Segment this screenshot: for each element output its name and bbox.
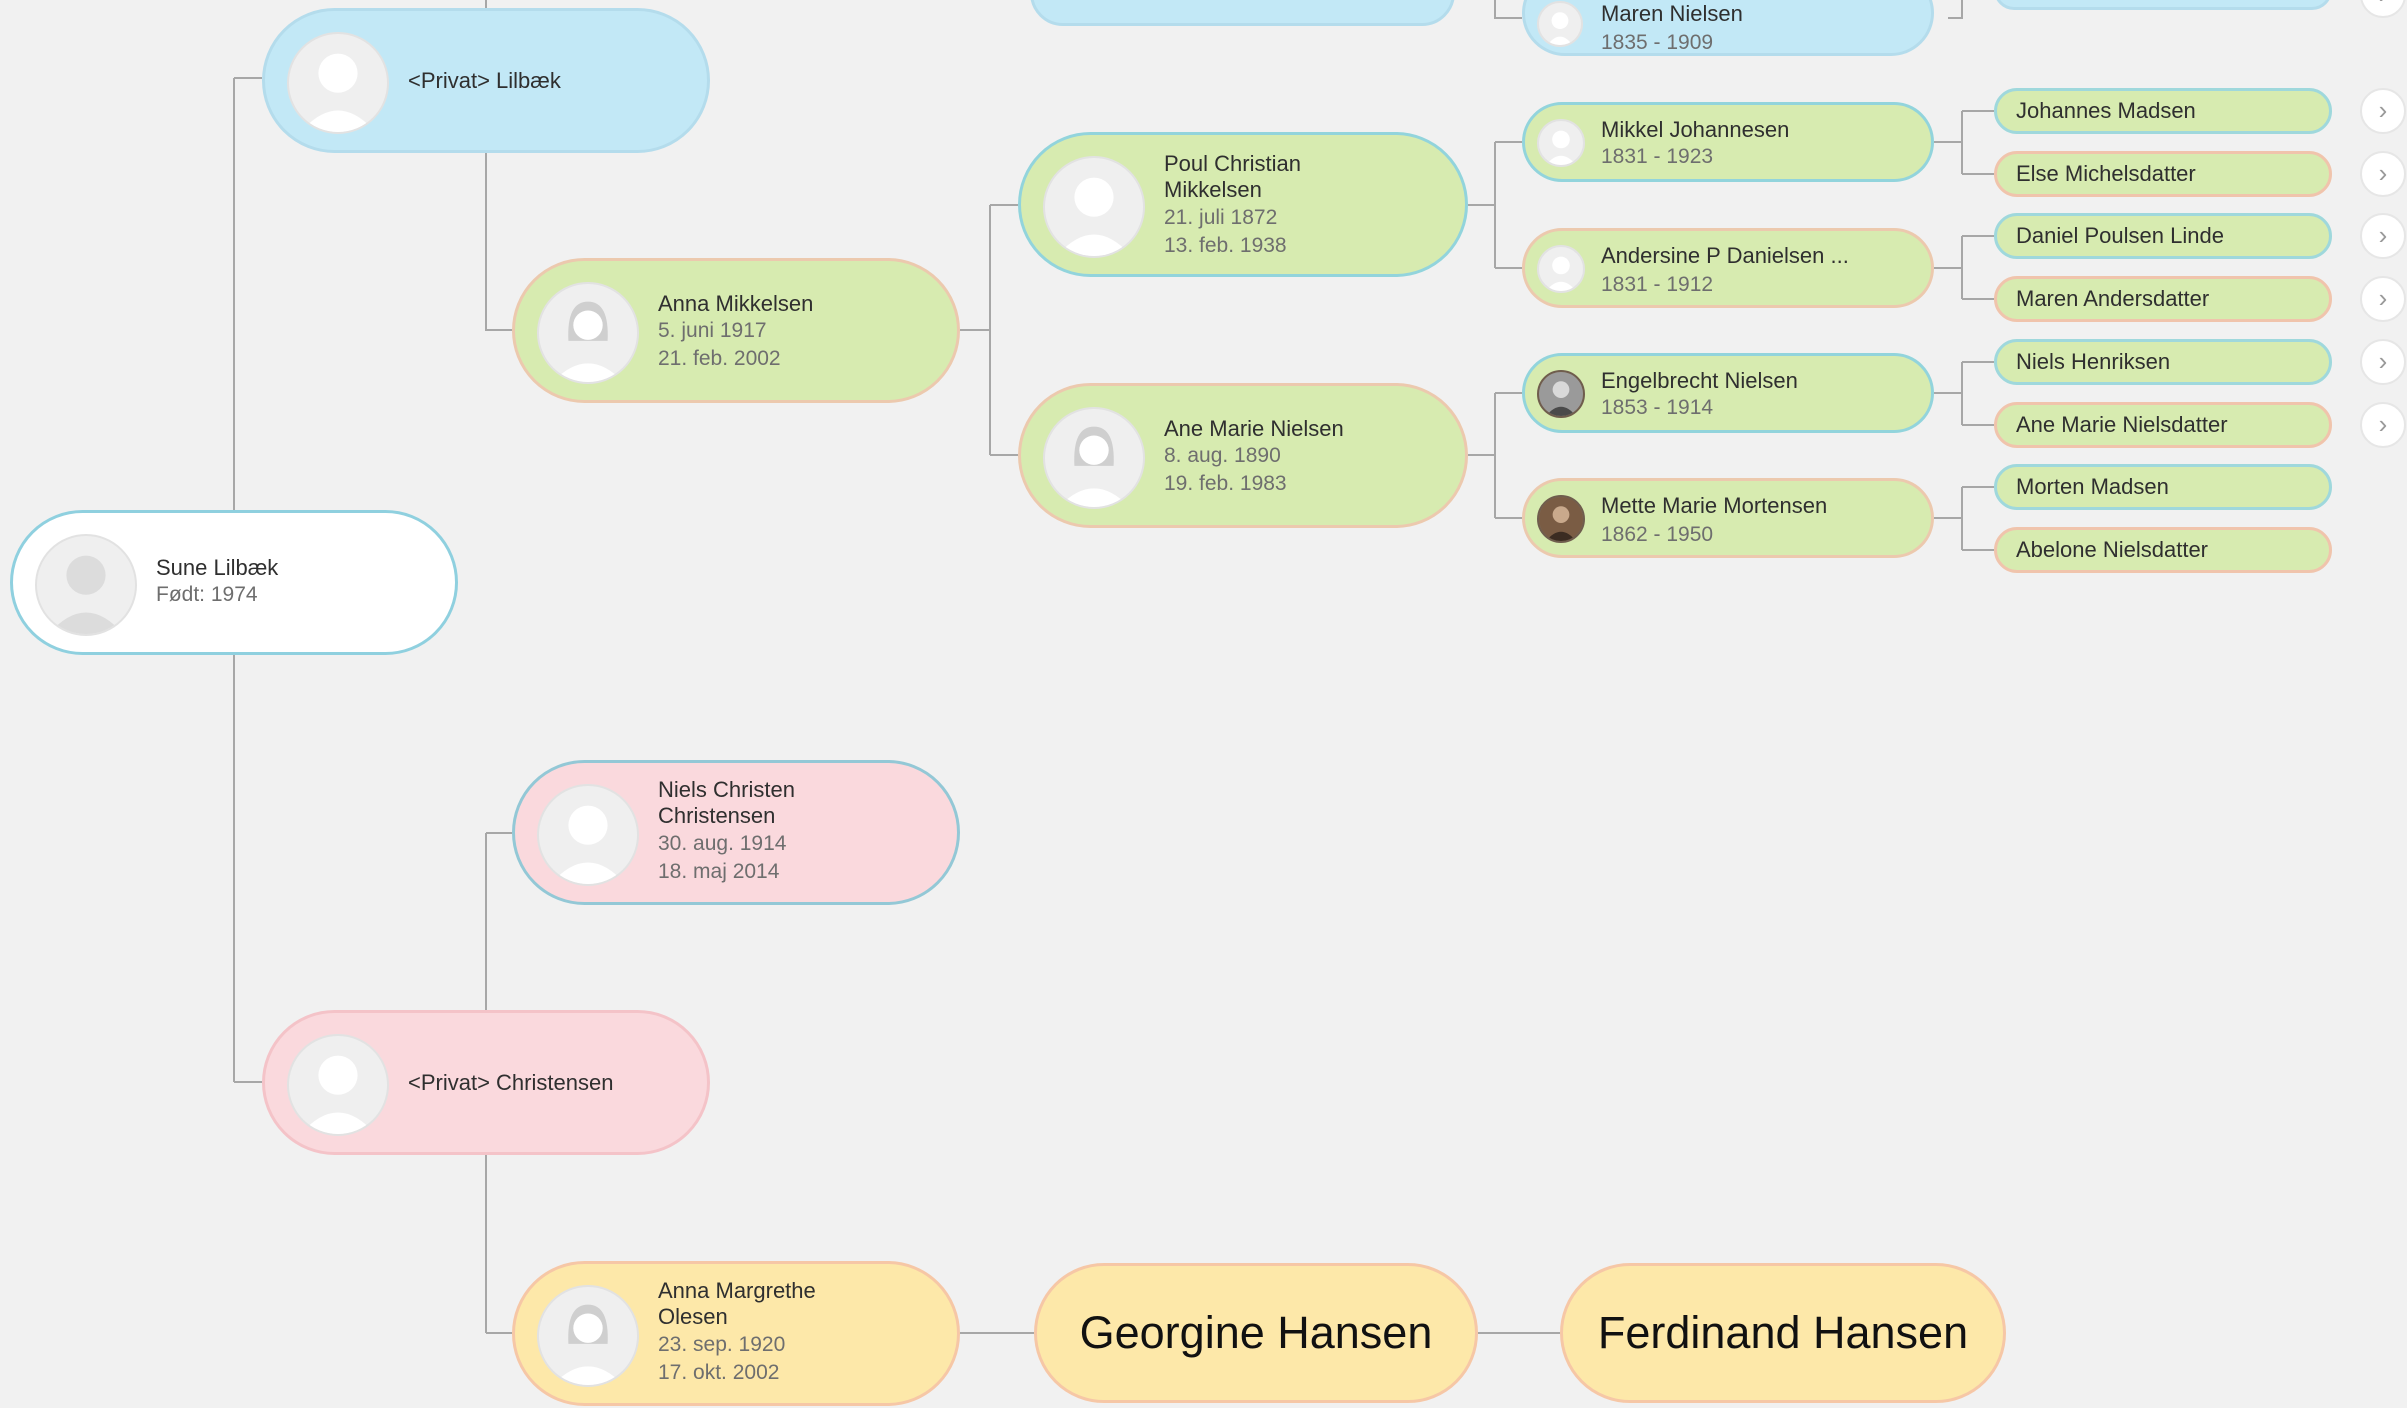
person-years: 1853 - 1914 <box>1601 396 1714 419</box>
person-pill-maren-andersdatter[interactable]: Maren Andersdatter <box>1994 276 2332 322</box>
person-pill-niels-henriksen[interactable]: Niels Henriksen <box>1994 339 2332 385</box>
annotation-ferdinand-hansen[interactable]: Ferdinand Hansen <box>1560 1263 2006 1403</box>
person-pill-partial-top[interactable] <box>1994 0 2332 10</box>
person-death: 18. maj 2014 <box>658 860 780 883</box>
expand-arrow-icon[interactable]: › <box>2360 276 2406 322</box>
avatar-female-icon <box>1537 245 1585 293</box>
person-name: Ane Marie Nielsen <box>1164 416 1344 441</box>
person-name: <Privat> Lilbæk <box>408 68 561 93</box>
annotation-georgine-hansen[interactable]: Georgine Hansen <box>1034 1263 1478 1403</box>
person-death: 13. feb. 1938 <box>1164 234 1287 257</box>
person-pill-daniel-poulsen-linde[interactable]: Daniel Poulsen Linde <box>1994 213 2332 259</box>
person-card-engelbrecht-nielsen[interactable]: Engelbrecht Nielsen 1853 - 1914 <box>1522 353 1934 433</box>
expand-arrow-icon[interactable]: › <box>2360 151 2406 197</box>
person-card-sune-lilbaek[interactable]: Sune Lilbæk Født: 1974 <box>10 510 458 655</box>
person-pill-ane-marie-nielsdatter[interactable]: Ane Marie Nielsdatter <box>1994 402 2332 448</box>
person-pill-morten-madsen[interactable]: Morten Madsen <box>1994 464 2332 510</box>
person-name: Mette Marie Mortensen <box>1601 493 1828 518</box>
avatar-male-icon <box>1537 119 1585 167</box>
person-pill-johannes-madsen[interactable]: Johannes Madsen <box>1994 88 2332 134</box>
person-birth: 30. aug. 1914 <box>658 832 787 855</box>
person-death: 19. feb. 1983 <box>1164 472 1287 495</box>
avatar-female-icon <box>1537 1 1583 47</box>
person-photo-icon <box>1537 495 1585 543</box>
person-card-anna-mikkelsen[interactable]: Anna Mikkelsen 5. juni 1917 21. feb. 200… <box>512 258 960 403</box>
avatar-male-icon <box>35 534 137 636</box>
person-pill-else-michelsdatter[interactable]: Else Michelsdatter <box>1994 151 2332 197</box>
avatar-female-icon <box>287 1034 389 1136</box>
person-years: 1831 - 1923 <box>1601 145 1714 168</box>
expand-arrow-icon[interactable]: › <box>2360 339 2406 385</box>
person-name-line2: Olesen <box>658 1304 728 1329</box>
person-name-line2: Mikkelsen <box>1164 177 1262 202</box>
avatar-female-icon <box>537 1285 639 1387</box>
person-born: Født: 1974 <box>156 583 258 606</box>
person-name-line1: Anna Margrethe <box>658 1278 816 1303</box>
person-years: 1862 - 1950 <box>1601 523 1714 546</box>
person-years: 1835 - 1909 <box>1601 31 1714 54</box>
person-name: Engelbrecht Nielsen <box>1601 368 1798 393</box>
expand-arrow-icon[interactable]: › <box>2360 402 2406 448</box>
person-card-anna-margrethe-olesen[interactable]: Anna Margrethe Olesen 23. sep. 1920 17. … <box>512 1261 960 1406</box>
avatar-female-icon <box>1043 407 1145 509</box>
person-birth: 8. aug. 1890 <box>1164 444 1281 467</box>
person-death: 17. okt. 2002 <box>658 1361 780 1384</box>
person-card-poul-christian-mikkelsen[interactable]: Poul Christian Mikkelsen 21. juli 1872 1… <box>1018 132 1468 277</box>
person-card-andersine-p-danielsen[interactable]: Andersine P Danielsen ... 1831 - 1912 <box>1522 228 1934 308</box>
person-card-niels-christen-christensen[interactable]: Niels Christen Christensen 30. aug. 1914… <box>512 760 960 905</box>
person-name: <Privat> Christensen <box>408 1070 614 1095</box>
avatar-female-icon <box>537 282 639 384</box>
person-name: Anna Mikkelsen <box>658 291 814 316</box>
annotation-label: Ferdinand Hansen <box>1597 1307 1969 1358</box>
person-card-mette-marie-mortensen[interactable]: Mette Marie Mortensen 1862 - 1950 <box>1522 478 1934 558</box>
avatar-male-icon <box>287 32 389 134</box>
person-name: Maren Nielsen <box>1601 1 1743 26</box>
person-card-partial-top[interactable] <box>1030 0 1455 26</box>
person-death: 21. feb. 2002 <box>658 347 781 370</box>
person-name-line2: Christensen <box>658 803 776 828</box>
person-card-privat-lilbaek[interactable]: <Privat> Lilbæk <box>262 8 710 153</box>
avatar-male-icon <box>1043 156 1145 258</box>
person-name-line1: Poul Christian <box>1164 151 1301 176</box>
expand-arrow-icon[interactable]: › <box>2360 213 2406 259</box>
person-name: Sune Lilbæk <box>156 555 279 580</box>
person-birth: 23. sep. 1920 <box>658 1333 786 1356</box>
person-name: Mikkel Johannesen <box>1601 117 1790 142</box>
avatar-male-icon <box>537 784 639 886</box>
person-years: 1831 - 1912 <box>1601 273 1714 296</box>
person-card-mikkel-johannesen[interactable]: Mikkel Johannesen 1831 - 1923 <box>1522 102 1934 182</box>
person-name-line1: Niels Christen <box>658 777 795 802</box>
person-birth: 5. juni 1917 <box>658 319 767 342</box>
person-birth: 21. juli 1872 <box>1164 206 1278 229</box>
person-card-ane-marie-nielsen[interactable]: Ane Marie Nielsen 8. aug. 1890 19. feb. … <box>1018 383 1468 528</box>
person-card-privat-christensen[interactable]: <Privat> Christensen <box>262 1010 710 1155</box>
person-photo-icon <box>1537 370 1585 418</box>
person-name: Andersine P Danielsen ... <box>1601 243 1849 268</box>
expand-arrow-icon[interactable]: › <box>2360 88 2406 134</box>
person-pill-abelone-nielsdatter[interactable]: Abelone Nielsdatter <box>1994 527 2332 573</box>
annotation-label: Georgine Hansen <box>1079 1307 1433 1358</box>
person-card-maren-nielsen[interactable]: Maren Nielsen 1835 - 1909 <box>1522 0 1934 56</box>
